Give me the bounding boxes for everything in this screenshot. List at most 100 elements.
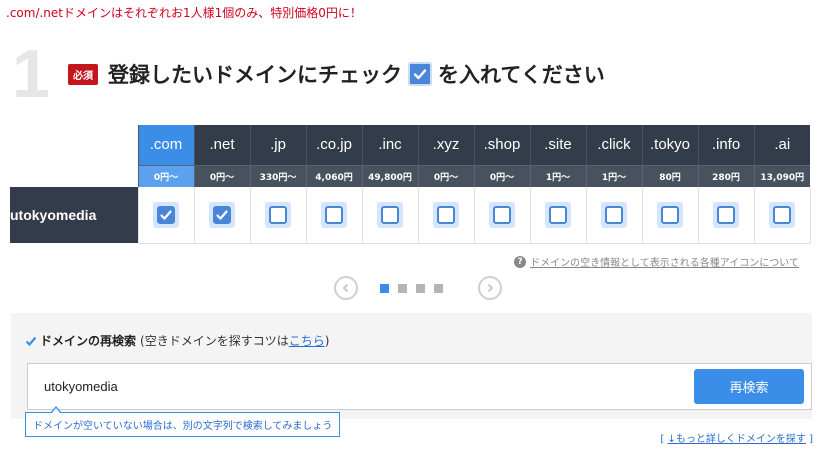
tld-header: .tokyo [641,125,698,165]
chevron-left-icon [342,283,349,293]
checkbox-empty-icon [661,205,679,224]
checkbox-empty-icon [493,205,511,224]
question-icon: ? [514,255,527,268]
tld-checkbox-cell [249,187,306,244]
tld-checkbox-cell [417,187,474,244]
checkbox-empty-icon [381,205,399,224]
pager-dot[interactable] [416,283,425,293]
tld-price: 49,800円 [361,164,418,187]
search-input[interactable] [44,376,644,396]
tld-header: .xyz [417,125,474,165]
tld-header-row: .com .net .jp .co.jp .inc .xyz .shop .site .clic… [10,125,810,165]
research-hint-before: (空きドメインを探すコツは [140,334,289,348]
tld-checkbox-cell [193,187,250,244]
tld-price: 330円～ [249,164,306,187]
tld-header: .click [585,125,642,165]
checkbox-empty-icon [325,205,343,224]
tld-checkbox[interactable] [489,201,515,228]
pager-dot[interactable] [398,283,407,293]
checkbox-empty-icon [437,205,455,224]
domain-table: .com .net .jp .co.jp .inc .xyz .shop .site .clic… [10,125,811,244]
tld-checkbox[interactable] [769,201,795,228]
tld-checkbox-cell [473,187,530,244]
tld-checkbox[interactable] [713,201,739,228]
heading-text-after: を入れてください [438,63,605,87]
checkbox-empty-icon [717,205,735,224]
research-button[interactable]: 再検索 [694,369,804,404]
search-tooltip: ドメインが空いていない場合は、別の文字列で検索してみましょう [25,406,341,437]
tld-header: .net [193,125,250,165]
research-hint-after: ) [324,334,330,348]
research-hint: (空きドメインを探すコツはこちら) [140,332,329,349]
tld-price: 0円～ [193,164,250,187]
detail-link-open: [ [660,434,665,445]
tld-header: .inc [361,125,418,165]
tld-checkbox-cell [753,187,811,244]
tld-header: .shop [473,125,530,165]
detail-search-link[interactable]: [ ↓もっと詳しくドメインを探す ] [660,430,813,445]
tld-header: .com [137,125,194,165]
step-number: 1 [12,36,50,112]
tld-price: 1円～ [529,164,586,187]
step-header: 1 必須 登録したいドメインにチェック を入れてください [12,40,605,108]
tld-checkbox-cell [585,187,642,244]
tld-price: 0円～ [137,164,194,187]
tld-checkbox-cell [305,187,362,244]
checkbox-empty-icon [549,205,567,224]
checkbox-checked-icon [157,205,175,224]
page-title: 登録したいドメインにチェック を入れてください [108,59,605,89]
heading-text-before: 登録したいドメインにチェック [108,63,402,87]
tld-price: 0円～ [473,164,530,187]
pager-dot[interactable] [380,283,389,293]
tld-checkbox-cell [137,187,194,244]
tld-checkbox[interactable] [153,201,179,228]
checkbox-empty-icon [605,205,623,224]
icon-info-link[interactable]: ? ドメインの空き情報として表示される各種アイコンについて [514,254,799,269]
tld-price: 1円～ [585,164,642,187]
tld-checkbox[interactable] [265,201,291,228]
pager-dots [380,283,452,293]
price-row: 0円～ 0円～ 330円～ 4,060円 49,800円 0円～ 0円～ 1円～ 1円～ 80円 2… [10,164,810,187]
prev-page-button[interactable] [334,276,358,300]
research-title: ドメインの再検索 (空きドメインを探すコツはこちら) [25,332,329,349]
campaign-notice: .com/.netドメインはそれぞれお1人様1個のみ、特別価格0円に！ [6,6,362,20]
tld-price: 280円 [697,164,754,187]
tld-checkbox[interactable] [657,201,683,228]
next-page-button[interactable] [478,276,502,300]
pager [334,276,502,300]
tld-checkbox-cell [529,187,586,244]
tld-header: .info [697,125,754,165]
tips-link[interactable]: こちら [289,334,325,348]
tld-header: .ai [753,125,810,165]
tld-checkbox-cell [361,187,418,244]
tld-checkbox[interactable] [321,201,347,228]
tld-header: .jp [249,125,306,165]
tld-checkbox[interactable] [377,201,403,228]
icon-info-link-label: ドメインの空き情報として表示される各種アイコンについて [530,258,799,269]
tld-price: 13,090円 [753,164,810,187]
domain-name-label: utokyomedia [10,187,138,243]
checkbox-checked-icon [213,205,231,224]
search-box: 再検索 [27,363,812,410]
tld-checkbox[interactable] [433,201,459,228]
detail-link-label: ↓もっと詳しくドメインを探す [667,434,806,445]
checkmark-icon [25,336,37,346]
tld-checkbox-cell [697,187,754,244]
tld-price: 0円～ [417,164,474,187]
required-badge: 必須 [68,63,98,85]
tld-checkbox[interactable] [601,201,627,228]
checkbox-checked-icon [408,62,432,86]
tld-checkbox[interactable] [545,201,571,228]
research-panel: ドメインの再検索 (空きドメインを探すコツはこちら) 再検索 [11,313,812,419]
pager-dot[interactable] [434,283,443,293]
tld-header: .co.jp [305,125,362,165]
table-corner-price [10,165,138,187]
checkbox-empty-icon [269,205,287,224]
tld-price: 80円 [641,164,698,187]
chevron-right-icon [487,283,494,293]
tld-checkbox[interactable] [209,201,235,228]
tld-price: 4,060円 [305,164,362,187]
checkbox-empty-icon [773,205,791,224]
tld-checkbox-cell [641,187,698,244]
research-title-text: ドメインの再検索 [40,334,137,348]
